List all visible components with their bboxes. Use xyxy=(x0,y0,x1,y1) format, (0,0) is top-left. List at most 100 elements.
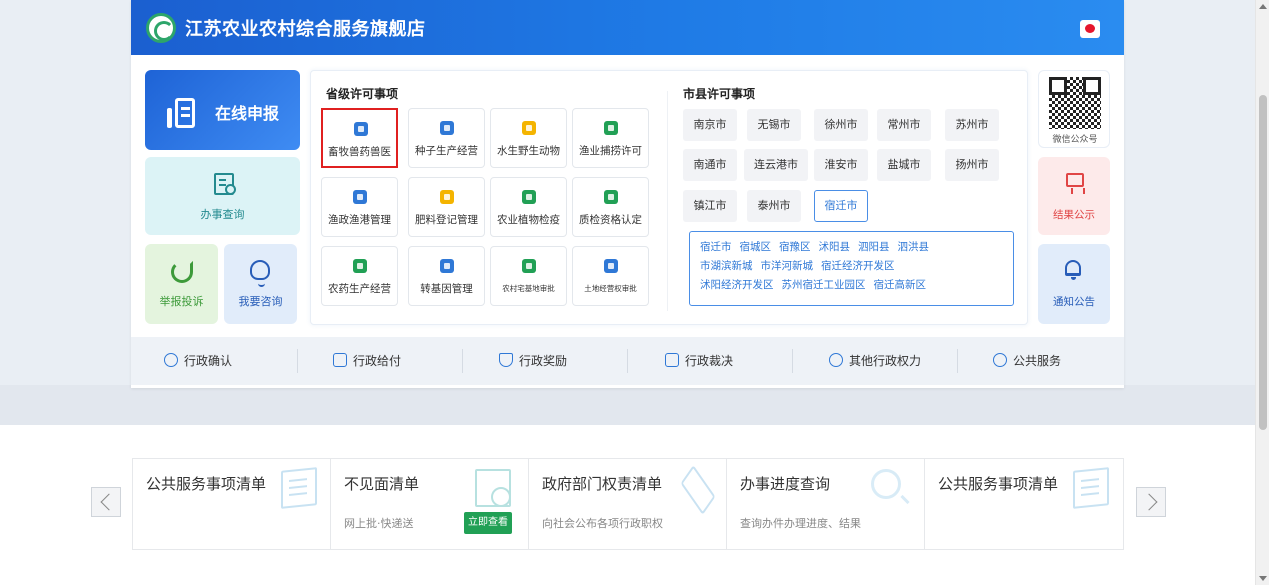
weibo-icon[interactable] xyxy=(1080,20,1100,38)
service-query-label: 办事查询 xyxy=(200,208,245,221)
wallet-icon xyxy=(333,353,347,367)
license-item[interactable]: 农村宅基地审批 xyxy=(490,246,567,306)
city-button[interactable]: 宿迁市 xyxy=(814,190,868,222)
district-link[interactable]: 市湖滨新城 xyxy=(700,260,753,272)
document-search-icon xyxy=(214,173,236,195)
license-item-label: 畜牧兽药兽医 xyxy=(328,146,391,158)
license-item-label: 渔业捕捞许可 xyxy=(579,145,642,157)
license-item[interactable]: 渔政渔港管理 xyxy=(321,177,398,237)
power-item-payment[interactable]: 行政给付 xyxy=(333,337,401,385)
license-item-icon xyxy=(522,121,536,135)
license-item-label: 种子生产经营 xyxy=(415,145,478,157)
city-button[interactable]: 苏州市 xyxy=(945,109,999,141)
district-link[interactable]: 沭阳县 xyxy=(819,241,851,253)
license-item-icon xyxy=(522,190,536,204)
wechat-label: 微信公众号 xyxy=(1052,135,1098,145)
gavel-icon xyxy=(665,353,679,367)
license-item-label: 农药生产经营 xyxy=(328,283,391,295)
online-apply-button[interactable]: 在线申报 xyxy=(145,70,300,150)
report-complaint-label: 举报投诉 xyxy=(159,295,204,308)
license-item[interactable]: 渔业捕捞许可 xyxy=(572,108,649,168)
result-publicity-label: 结果公示 xyxy=(1053,209,1095,221)
city-button[interactable]: 南通市 xyxy=(683,149,737,181)
power-item-public-service[interactable]: 公共服务 xyxy=(993,337,1061,385)
admin-power-bar: 行政确认 行政给付 行政奖励 行政裁决 其他行政权力 公共服务 xyxy=(131,337,1124,385)
license-item[interactable]: 质检资格认定 xyxy=(572,177,649,237)
city-button[interactable]: 扬州市 xyxy=(945,149,999,181)
online-apply-label: 在线申报 xyxy=(215,104,280,123)
list-card-no-meet[interactable]: 不见面清单 网上批·快递送 立即查看 xyxy=(331,459,529,549)
power-item-confirm[interactable]: 行政确认 xyxy=(164,337,232,385)
city-button[interactable]: 南京市 xyxy=(683,109,737,141)
city-button[interactable]: 无锡市 xyxy=(747,109,801,141)
license-item-label: 转基因管理 xyxy=(420,283,473,295)
scroll-up-arrow-icon[interactable] xyxy=(1259,4,1267,9)
license-item[interactable]: 转基因管理 xyxy=(408,246,485,306)
city-button[interactable]: 镇江市 xyxy=(683,190,737,222)
notice-button[interactable]: 通知公告 xyxy=(1038,244,1110,324)
district-link[interactable]: 宿迁市 xyxy=(700,241,732,253)
license-item[interactable]: 土地经营权审批 xyxy=(572,246,649,306)
district-link[interactable]: 宿城区 xyxy=(740,241,772,253)
page-title: 江苏农业农村综合服务旗舰店 xyxy=(185,19,426,40)
city-section-title: 市县许可事项 xyxy=(683,87,756,101)
document-icon xyxy=(1073,467,1109,509)
license-item[interactable]: 水生野生动物 xyxy=(490,108,567,168)
district-link[interactable]: 宿迁经济开发区 xyxy=(821,260,895,272)
district-row: 市湖滨新城 市洋河新城 宿迁经济开发区 xyxy=(700,257,1003,276)
license-item-icon xyxy=(354,122,368,136)
district-link[interactable]: 宿豫区 xyxy=(779,241,811,253)
consult-button[interactable]: 我要咨询 xyxy=(224,244,297,324)
district-link[interactable]: 苏州宿迁工业园区 xyxy=(782,279,866,291)
power-item-ruling[interactable]: 行政裁决 xyxy=(665,337,733,385)
city-button[interactable]: 常州市 xyxy=(877,109,931,141)
scroll-thumb[interactable] xyxy=(1259,95,1267,430)
district-link[interactable]: 泗洪县 xyxy=(898,241,930,253)
license-item-label: 质检资格认定 xyxy=(579,214,642,226)
city-button[interactable]: 徐州市 xyxy=(814,109,868,141)
qr-code-icon xyxy=(1049,77,1101,129)
city-button[interactable]: 连云港市 xyxy=(744,149,808,181)
wechat-qr-tile[interactable]: 微信公众号 xyxy=(1038,70,1110,148)
list-card-public-service-2[interactable]: 公共服务事项清单 xyxy=(925,459,1123,549)
notice-label: 通知公告 xyxy=(1053,296,1095,308)
power-item-award[interactable]: 行政奖励 xyxy=(499,337,567,385)
district-link[interactable]: 市洋河新城 xyxy=(761,260,814,272)
report-complaint-button[interactable]: 举报投诉 xyxy=(145,244,218,324)
view-now-button[interactable]: 立即查看 xyxy=(464,512,512,534)
section-divider xyxy=(667,91,668,311)
license-item[interactable]: 农药生产经营 xyxy=(321,246,398,306)
district-link[interactable]: 沭阳经济开发区 xyxy=(700,279,774,291)
list-card-progress-query[interactable]: 办事进度查询 查询办件办理进度、结果 xyxy=(727,459,925,549)
license-item-icon xyxy=(440,259,454,273)
scroll-down-arrow-icon[interactable] xyxy=(1259,576,1267,581)
search-icon xyxy=(871,469,901,499)
list-card-department-duty[interactable]: 政府部门权责清单 向社会公布各项行政职权 xyxy=(529,459,727,549)
license-item[interactable]: 畜牧兽药兽医 xyxy=(321,108,398,168)
license-item[interactable]: 种子生产经营 xyxy=(408,108,485,168)
district-dropdown: 宿迁市 宿城区 宿豫区 沭阳县 泗阳县 泗洪县 市湖滨新城 市洋河新城 宿迁经济开发区 沭阳经… xyxy=(689,231,1014,306)
license-item-label: 水生野生动物 xyxy=(497,145,560,157)
service-query-button[interactable]: 办事查询 xyxy=(145,157,300,235)
city-button[interactable]: 泰州市 xyxy=(747,190,801,222)
city-button[interactable]: 淮安市 xyxy=(814,149,868,181)
chevron-left-icon xyxy=(100,493,118,511)
license-item[interactable]: 农业植物检疫 xyxy=(490,177,567,237)
layers-icon xyxy=(680,465,716,515)
license-item-icon xyxy=(604,121,618,135)
list-card-public-service[interactable]: 公共服务事项清单 xyxy=(133,459,331,549)
license-item-icon xyxy=(440,121,454,135)
check-circle-icon xyxy=(164,353,178,367)
result-publicity-button[interactable]: 结果公示 xyxy=(1038,157,1110,235)
license-item-icon xyxy=(440,190,454,204)
carousel-prev-button[interactable] xyxy=(91,487,121,517)
power-item-other[interactable]: 其他行政权力 xyxy=(829,337,921,385)
city-button[interactable]: 盐城市 xyxy=(877,149,931,181)
service-card: 江苏农业农村综合服务旗舰店 在线申报 办事查询 举报投诉 我要咨询 省级许可事项… xyxy=(131,0,1124,388)
vertical-scrollbar[interactable] xyxy=(1255,0,1269,585)
carousel-next-button[interactable] xyxy=(1136,487,1166,517)
license-item[interactable]: 肥料登记管理 xyxy=(408,177,485,237)
district-link[interactable]: 宿迁高新区 xyxy=(874,279,927,291)
district-link[interactable]: 泗阳县 xyxy=(858,241,890,253)
logo-icon xyxy=(146,13,176,43)
